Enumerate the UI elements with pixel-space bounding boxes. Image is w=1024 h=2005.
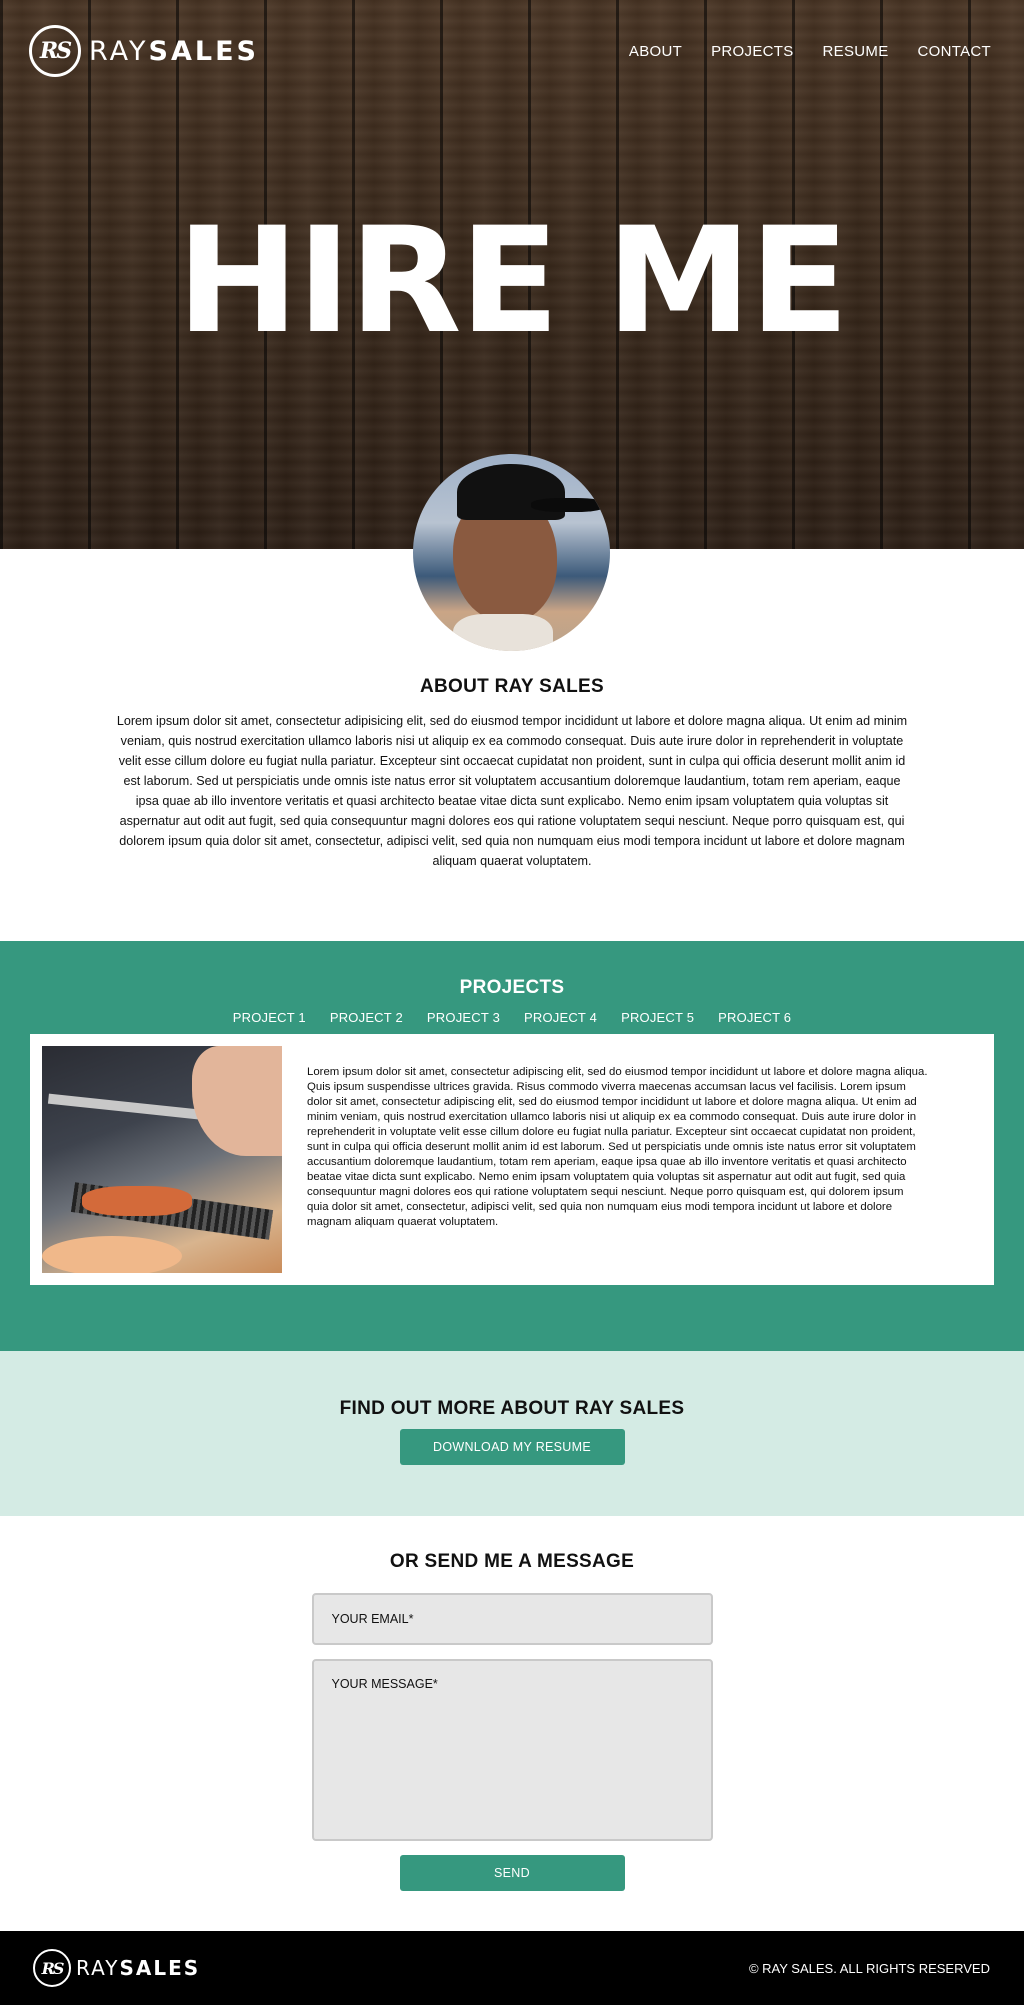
- nav-resume[interactable]: RESUME: [823, 43, 889, 60]
- project-image: [42, 1046, 282, 1273]
- tab-project-4[interactable]: PROJECT 4: [524, 1010, 597, 1025]
- rs-monogram-icon: RS: [33, 1949, 71, 1987]
- message-field[interactable]: [311, 1659, 713, 1841]
- hero-title: HIRE ME: [176, 196, 850, 366]
- nav-contact[interactable]: CONTACT: [918, 43, 991, 60]
- rs-monogram-icon: RS: [29, 25, 81, 77]
- top-nav: RS RAYSALES ABOUT PROJECTS RESUME CONTAC…: [0, 0, 1024, 104]
- contact-title: OR SEND ME A MESSAGE: [389, 1551, 635, 1572]
- footer-brand-name: RAYSALES: [76, 1956, 201, 1980]
- about-title: ABOUT RAY SALES: [420, 676, 604, 697]
- footer: RS RAYSALES © RAY SALES. ALL RIGHTS RESE…: [0, 1931, 1024, 2005]
- nav-about[interactable]: ABOUT: [629, 43, 682, 60]
- profile-avatar: [413, 454, 610, 651]
- tab-project-2[interactable]: PROJECT 2: [330, 1010, 403, 1025]
- tab-project-5[interactable]: PROJECT 5: [621, 1010, 694, 1025]
- email-field[interactable]: [311, 1593, 713, 1645]
- project-tabs: PROJECT 1 PROJECT 2 PROJECT 3 PROJECT 4 …: [0, 1010, 1024, 1025]
- resume-section: FIND OUT MORE ABOUT RAY SALES DOWNLOAD M…: [0, 1351, 1024, 1516]
- projects-section: PROJECTS PROJECT 1 PROJECT 2 PROJECT 3 P…: [0, 941, 1024, 1351]
- tab-project-3[interactable]: PROJECT 3: [427, 1010, 500, 1025]
- brand-name: RAYSALES: [89, 35, 259, 67]
- send-button[interactable]: SEND: [399, 1855, 625, 1891]
- brand-logo[interactable]: RS RAYSALES: [29, 25, 259, 77]
- project-description: Lorem ipsum dolor sit amet, consectetur …: [307, 1066, 928, 1228]
- tab-project-1[interactable]: PROJECT 1: [233, 1010, 306, 1025]
- nav-links: ABOUT PROJECTS RESUME CONTACT: [629, 43, 991, 60]
- download-resume-button[interactable]: DOWNLOAD MY RESUME: [399, 1429, 625, 1465]
- footer-logo[interactable]: RS RAYSALES: [33, 1949, 200, 1987]
- projects-title: PROJECTS: [459, 977, 565, 998]
- nav-projects[interactable]: PROJECTS: [711, 43, 793, 60]
- about-text: Lorem ipsum dolor sit amet, consectetur …: [116, 714, 908, 868]
- tab-project-6[interactable]: PROJECT 6: [718, 1010, 791, 1025]
- project-card: Lorem ipsum dolor sit amet, consectetur …: [30, 1034, 994, 1285]
- resume-title: FIND OUT MORE ABOUT RAY SALES: [339, 1398, 685, 1419]
- contact-section: OR SEND ME A MESSAGE SEND: [0, 1516, 1024, 1931]
- copyright-text: © RAY SALES. ALL RIGHTS RESERVED: [748, 1961, 990, 1976]
